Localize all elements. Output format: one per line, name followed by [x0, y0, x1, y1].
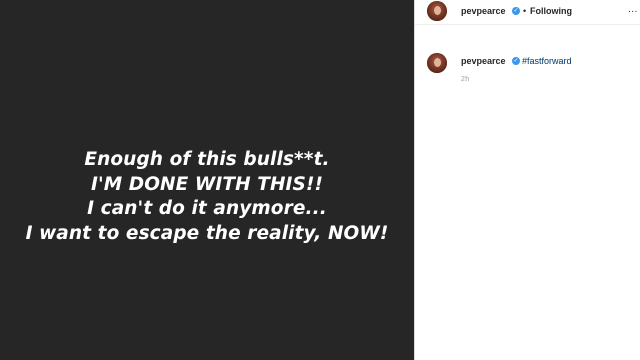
- comment-username[interactable]: pevpearce: [461, 56, 506, 66]
- image-text-line-4: I want to escape the reality, NOW!: [25, 222, 389, 244]
- post-image[interactable]: Enough of this bulls**t. I'M DONE WITH T…: [0, 0, 414, 360]
- verified-badge-icon: ✓: [512, 57, 520, 65]
- header-avatar[interactable]: [427, 1, 447, 21]
- image-text-line-1: Enough of this bulls**t.: [84, 149, 330, 170]
- header-username[interactable]: pevpearce: [461, 6, 506, 16]
- following-button[interactable]: Following: [530, 6, 572, 16]
- image-text-line-3: I can't do it anymore...: [87, 198, 327, 219]
- post-time[interactable]: 2h: [461, 76, 469, 83]
- header-separator: •: [523, 6, 527, 16]
- instagram-post-view: Enough of this bulls**t. I'M DONE WITH T…: [0, 0, 640, 360]
- more-options-icon[interactable]: ...: [628, 4, 638, 15]
- post-header: pevpearce ✓ • Following ...: [415, 0, 640, 25]
- image-text-line-2: I'M DONE WITH THIS!!: [90, 173, 324, 195]
- hashtag-link[interactable]: #fastforward: [522, 56, 572, 66]
- post-side-panel: pevpearce ✓ • Following ... pevpearce ✓ …: [415, 0, 640, 360]
- comment-avatar[interactable]: [427, 53, 447, 73]
- verified-badge-icon: ✓: [512, 7, 520, 15]
- image-text: Enough of this bulls**t. I'M DONE WITH T…: [0, 148, 414, 246]
